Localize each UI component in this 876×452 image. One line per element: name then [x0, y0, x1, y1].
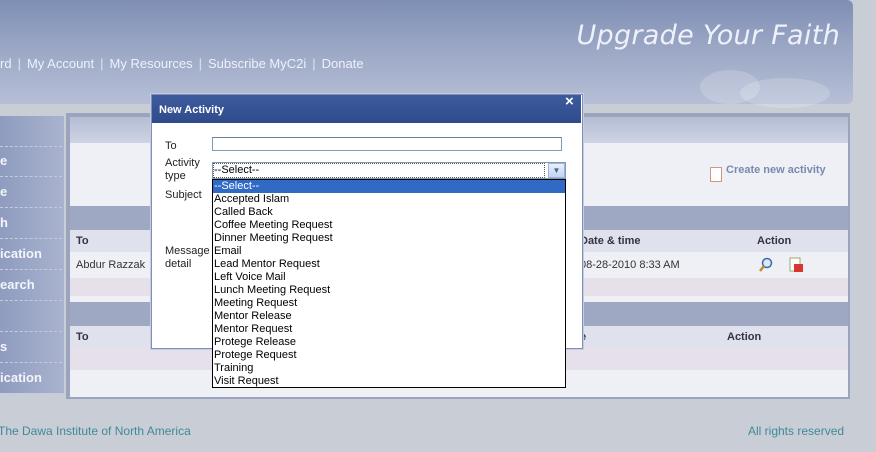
document-icon[interactable]: [710, 167, 722, 182]
option-email[interactable]: Email: [213, 245, 565, 258]
option-meeting-request[interactable]: Meeting Request: [213, 297, 565, 310]
sidebar-item[interactable]: s: [0, 332, 62, 363]
dialog-title: New Activity: [152, 95, 581, 123]
sidebar-item[interactable]: [0, 301, 62, 332]
option-left-voice-mail[interactable]: Left Voice Mail: [213, 271, 565, 284]
footer-rights: All rights reserved: [748, 424, 845, 438]
option-accepted-islam[interactable]: Accepted Islam: [213, 193, 565, 206]
sidebar: e e h ication earch s ication: [0, 116, 64, 394]
option-mentor-release[interactable]: Mentor Release: [213, 310, 565, 323]
nav-link-my-resources[interactable]: My Resources: [110, 56, 193, 71]
option-training[interactable]: Training: [213, 362, 565, 375]
nav-link-donate[interactable]: Donate: [322, 56, 364, 71]
sidebar-item[interactable]: h: [0, 208, 62, 239]
sidebar-item[interactable]: [0, 116, 62, 147]
sidebar-item[interactable]: ication: [0, 363, 62, 394]
activity-type-selected-value[interactable]: --Select--: [213, 163, 545, 178]
message-detail-label: Message detail: [165, 245, 210, 270]
option-mentor-request[interactable]: Mentor Request: [213, 323, 565, 336]
nav-link-dashboard[interactable]: rd: [0, 56, 12, 71]
delete-document-icon[interactable]: [788, 257, 804, 273]
activity-type-options-list: --Select-- Accepted Islam Called Back Co…: [212, 179, 566, 388]
chevron-down-icon[interactable]: ▼: [548, 163, 565, 178]
cell-date: 08-28-2010 8:33 AM: [580, 259, 680, 271]
column-header-action: Action: [757, 235, 792, 247]
sidebar-item[interactable]: earch: [0, 270, 62, 301]
to-input[interactable]: [212, 137, 562, 151]
nav-link-my-account[interactable]: My Account: [27, 56, 94, 71]
column-header-to: To: [76, 331, 89, 343]
option-protege-request[interactable]: Protege Request: [213, 349, 565, 362]
close-icon[interactable]: ×: [565, 94, 574, 110]
nav-link-subscribe[interactable]: Subscribe MyC2i: [208, 56, 306, 71]
option-lead-mentor-request[interactable]: Lead Mentor Request: [213, 258, 565, 271]
column-header-action: Action: [727, 331, 762, 343]
column-header-date: Date & time: [580, 235, 641, 247]
option-visit-request[interactable]: Visit Request: [213, 375, 565, 387]
site-tagline: Upgrade Your Faith: [576, 20, 840, 51]
option-protege-release[interactable]: Protege Release: [213, 336, 565, 349]
sidebar-item[interactable]: ication: [0, 239, 62, 270]
activity-type-label: Activity type: [165, 157, 200, 182]
sidebar-item[interactable]: e: [0, 177, 62, 208]
option-coffee-meeting-request[interactable]: Coffee Meeting Request: [213, 219, 565, 232]
column-header-to: To: [76, 235, 89, 247]
cloud-decoration: [740, 78, 830, 108]
option-lunch-meeting-request[interactable]: Lunch Meeting Request: [213, 284, 565, 297]
option-dinner-meeting-request[interactable]: Dinner Meeting Request: [213, 232, 565, 245]
sidebar-item[interactable]: e: [0, 146, 62, 177]
view-magnifier-icon[interactable]: [758, 257, 774, 273]
subject-label: Subject: [165, 189, 202, 201]
footer-organization: The Dawa Institute of North America: [0, 424, 191, 438]
cell-to: Abdur Razzak: [76, 259, 146, 271]
option-called-back[interactable]: Called Back: [213, 206, 565, 219]
top-navigation: rd | My Account | My Resources | Subscribe MyC…: [0, 56, 364, 71]
create-activity-link[interactable]: Create new activity: [726, 164, 826, 176]
option-select[interactable]: --Select--: [213, 180, 565, 193]
to-label: To: [165, 140, 177, 152]
